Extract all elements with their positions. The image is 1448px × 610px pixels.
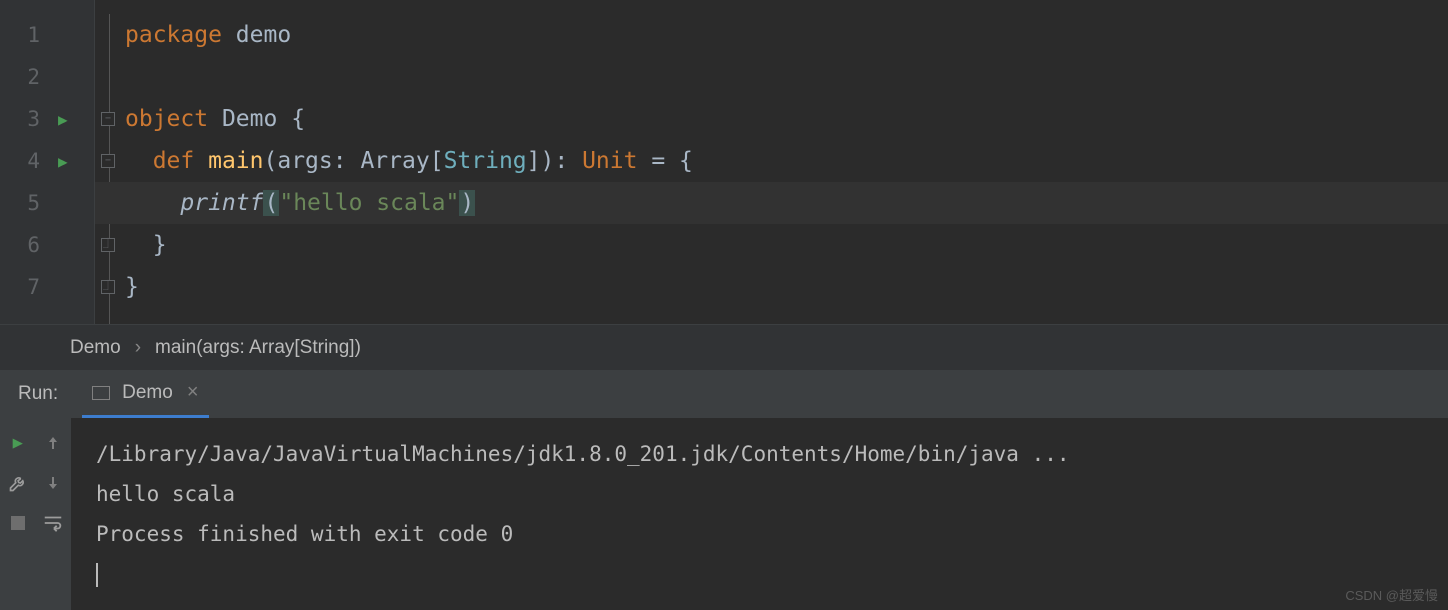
- line-number: 1: [20, 23, 40, 47]
- keyword-package: package: [125, 22, 222, 48]
- cursor-icon: [96, 563, 98, 587]
- wrench-icon[interactable]: [7, 472, 29, 494]
- watermark: CSDN @超爱慢: [1345, 585, 1438, 604]
- run-body: ▶ /Library/Java/JavaVirtualMachines/jd: [0, 418, 1448, 610]
- application-icon: [92, 386, 110, 400]
- soft-wrap-icon[interactable]: [42, 512, 64, 534]
- brace: {: [291, 106, 305, 132]
- console-line: hello scala: [96, 474, 1424, 514]
- rbracket: ]: [527, 148, 541, 174]
- colon: :: [554, 148, 582, 174]
- type-string: String: [444, 148, 527, 174]
- method-name: main: [194, 148, 263, 174]
- run-toolbar: ▶: [0, 418, 72, 610]
- toolbar-col-right: [36, 418, 72, 610]
- run-line-icon[interactable]: ▶: [58, 110, 68, 129]
- param: args:: [277, 148, 360, 174]
- line-number: 2: [20, 65, 40, 89]
- fold-end-icon[interactable]: ⏌: [101, 238, 115, 252]
- gutter-row[interactable]: 5: [0, 182, 94, 224]
- gutter-row[interactable]: 3 ▶: [0, 98, 94, 140]
- toolbar-col-left: ▶: [0, 418, 36, 610]
- breadcrumb-item[interactable]: main(args: Array[String]): [155, 337, 361, 359]
- breadcrumb-item[interactable]: Demo: [70, 337, 121, 359]
- indent: [125, 148, 153, 174]
- line-number: 3: [20, 107, 40, 131]
- console-output[interactable]: /Library/Java/JavaVirtualMachines/jdk1.8…: [72, 418, 1448, 610]
- code-line[interactable]: ⏌}: [95, 266, 1448, 308]
- eq-brace: = {: [637, 148, 692, 174]
- keyword-def: def: [153, 148, 195, 174]
- run-tab-name: Demo: [122, 382, 173, 404]
- code-content[interactable]: package demo −object Demo { − def main(a…: [95, 0, 1448, 324]
- function-call: printf: [180, 190, 263, 216]
- identifier: demo: [222, 22, 291, 48]
- fold-marker-icon[interactable]: −: [101, 112, 115, 126]
- run-panel-header: Run: Demo ×: [0, 370, 1448, 418]
- lparen: (: [264, 148, 278, 174]
- line-number: 6: [20, 233, 40, 257]
- paren-highlight: (: [263, 190, 279, 216]
- brace: }: [153, 232, 167, 258]
- rerun-icon[interactable]: ▶: [7, 432, 29, 454]
- code-line[interactable]: [95, 56, 1448, 98]
- console-line: Process finished with exit code 0: [96, 514, 1424, 554]
- editor-area: 1 2 3 ▶ 4 ▶ 5 6 7 pack: [0, 0, 1448, 370]
- rparen: ): [541, 148, 555, 174]
- run-panel: Run: Demo × ▶: [0, 370, 1448, 610]
- run-tab[interactable]: Demo ×: [82, 370, 208, 418]
- type-array: Array: [360, 148, 429, 174]
- line-number: 7: [20, 275, 40, 299]
- run-line-icon[interactable]: ▶: [58, 152, 68, 171]
- indent: [125, 190, 180, 216]
- string-literal: "hello scala": [279, 190, 459, 216]
- down-arrow-icon[interactable]: [42, 472, 64, 494]
- code-line[interactable]: −object Demo {: [95, 98, 1448, 140]
- line-number: 4: [20, 149, 40, 173]
- console-cursor-line: [96, 554, 1424, 594]
- type-name: Demo: [208, 106, 291, 132]
- gutter-row[interactable]: 6: [0, 224, 94, 266]
- gutter: 1 2 3 ▶ 4 ▶ 5 6 7: [0, 0, 95, 324]
- stop-icon[interactable]: [7, 512, 29, 534]
- code-line[interactable]: − def main(args: Array[String]): Unit = …: [95, 140, 1448, 182]
- up-arrow-icon[interactable]: [42, 432, 64, 454]
- code-area: 1 2 3 ▶ 4 ▶ 5 6 7 pack: [0, 0, 1448, 324]
- console-line: /Library/Java/JavaVirtualMachines/jdk1.8…: [96, 434, 1424, 474]
- run-label: Run:: [18, 383, 58, 405]
- breadcrumb-separator-icon: ›: [135, 337, 141, 359]
- gutter-row[interactable]: 7: [0, 266, 94, 308]
- gutter-row[interactable]: 2: [0, 56, 94, 98]
- line-number: 5: [20, 191, 40, 215]
- fold-end-icon[interactable]: ⏌: [101, 280, 115, 294]
- close-icon[interactable]: ×: [187, 381, 199, 404]
- gutter-row[interactable]: 1: [0, 14, 94, 56]
- code-line[interactable]: package demo: [95, 14, 1448, 56]
- brace: }: [125, 274, 139, 300]
- breadcrumb: Demo › main(args: Array[String]): [0, 324, 1448, 370]
- lbracket: [: [430, 148, 444, 174]
- code-line-active[interactable]: printf("hello scala"): [95, 182, 1448, 224]
- fold-marker-icon[interactable]: −: [101, 154, 115, 168]
- type-unit: Unit: [582, 148, 637, 174]
- paren-highlight: ): [459, 190, 475, 216]
- gutter-row[interactable]: 4 ▶: [0, 140, 94, 182]
- indent: [125, 232, 153, 258]
- code-line[interactable]: ⏌ }: [95, 224, 1448, 266]
- keyword-object: object: [125, 106, 208, 132]
